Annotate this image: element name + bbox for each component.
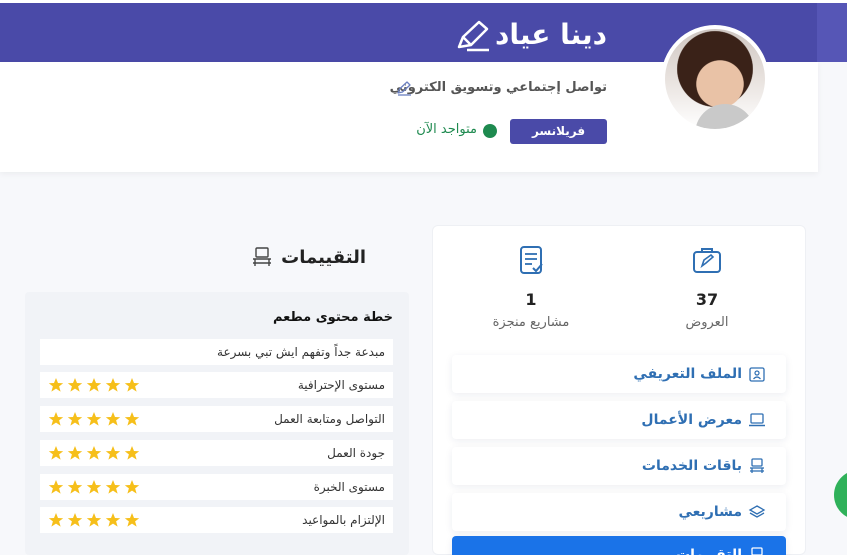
star-rating	[48, 512, 140, 528]
star-icon	[105, 513, 121, 527]
star-icon	[124, 446, 140, 460]
rating-comment: مبدعة جداً وتفهم ايش تبي بسرعة	[40, 339, 393, 365]
star-icon	[48, 513, 64, 527]
briefcase-icon	[693, 248, 721, 273]
rating-row-punctuality: الإلتزام بالمواعيد	[40, 507, 393, 533]
nav-portfolio[interactable]: معرض الأعمال	[452, 401, 786, 439]
nav-profile[interactable]: الملف التعريفي	[452, 355, 786, 393]
edit-job-pencil-icon[interactable]	[396, 80, 412, 96]
star-icon	[86, 378, 102, 392]
star-icon	[48, 412, 64, 426]
star-icon	[124, 513, 140, 527]
stat-offers: 37 العروض	[647, 244, 767, 330]
rating-row-communication: التواصل ومتابعة العمل	[40, 406, 393, 432]
nav-services[interactable]: باقات الخدمات	[452, 447, 786, 485]
star-icon	[86, 480, 102, 494]
rating-comment-text: مبدعة جداً وتفهم ايش تبي بسرعة	[217, 345, 385, 359]
star-rating	[48, 445, 140, 461]
job-title: تواصل إجتماعي وتسويق الكتروني	[389, 80, 607, 95]
star-rating	[48, 411, 140, 427]
nav-ratings[interactable]: التقييمات	[452, 536, 786, 555]
nav-portfolio-label: معرض الأعمال	[641, 412, 742, 428]
online-status-text: متواجد الآن	[416, 122, 477, 137]
rating-row-quality: جودة العمل	[40, 440, 393, 466]
banner-stripe	[817, 3, 847, 62]
checklist-icon	[520, 246, 543, 274]
star-icon	[48, 378, 64, 392]
star-rating	[48, 479, 140, 495]
rating-row-experience: مستوى الخبرة	[40, 474, 393, 500]
nav-profile-label: الملف التعريفي	[633, 366, 742, 382]
star-icon	[105, 412, 121, 426]
star-icon	[86, 513, 102, 527]
star-icon	[86, 412, 102, 426]
star-icon	[124, 480, 140, 494]
star-icon	[86, 446, 102, 460]
laptop-icon	[749, 413, 765, 427]
star-rating	[48, 377, 140, 393]
star-icon	[67, 513, 83, 527]
ratings-title-text: التقييمات	[281, 246, 366, 268]
nav-my-projects-label: مشاريعي	[678, 504, 742, 520]
star-icon	[105, 480, 121, 494]
layers-icon	[748, 505, 766, 518]
id-card-icon	[749, 367, 765, 382]
rating-label: جودة العمل	[327, 446, 385, 460]
rating-label: الإلتزام بالمواعيد	[302, 513, 385, 527]
completed-projects-label: مشاريع منجزة	[492, 315, 570, 330]
star-icon	[67, 480, 83, 494]
rated-project-name: خطة محتوى مطعم	[272, 310, 393, 325]
edit-name-pencil-icon[interactable]	[455, 19, 491, 53]
nav-services-label: باقات الخدمات	[641, 458, 742, 474]
freelancer-badge: فريلانسر مستقل	[510, 119, 607, 163]
star-icon	[67, 446, 83, 460]
ratings-title: التقييمات	[251, 246, 366, 268]
star-icon	[67, 378, 83, 392]
rating-row-professionalism: مستوى الإحترافية	[40, 372, 393, 398]
offers-count: 37	[695, 290, 719, 309]
online-status-dot	[483, 124, 497, 138]
completed-projects-count: 1	[525, 290, 537, 309]
rating-label: مستوى الخبرة	[313, 480, 385, 494]
rating-label: التواصل ومتابعة العمل	[274, 412, 385, 426]
offers-label: العروض	[685, 315, 729, 330]
star-icon	[48, 446, 64, 460]
stat-completed-projects: 1 مشاريع منجزة	[471, 244, 591, 330]
star-icon	[105, 446, 121, 460]
chat-fab-button[interactable]	[834, 470, 847, 520]
star-icon	[124, 378, 140, 392]
avatar	[661, 25, 769, 133]
rating-label: مستوى الإحترافية	[297, 378, 385, 392]
ratings-icon	[253, 247, 272, 266]
star-icon	[124, 412, 140, 426]
profile-name: دينا عياد	[494, 18, 607, 51]
ratings-icon	[751, 547, 763, 555]
services-icon	[750, 458, 764, 473]
star-icon	[67, 412, 83, 426]
star-icon	[105, 378, 121, 392]
star-icon	[48, 480, 64, 494]
nav-ratings-label: التقييمات	[676, 547, 742, 555]
nav-my-projects[interactable]: مشاريعي	[452, 493, 786, 531]
